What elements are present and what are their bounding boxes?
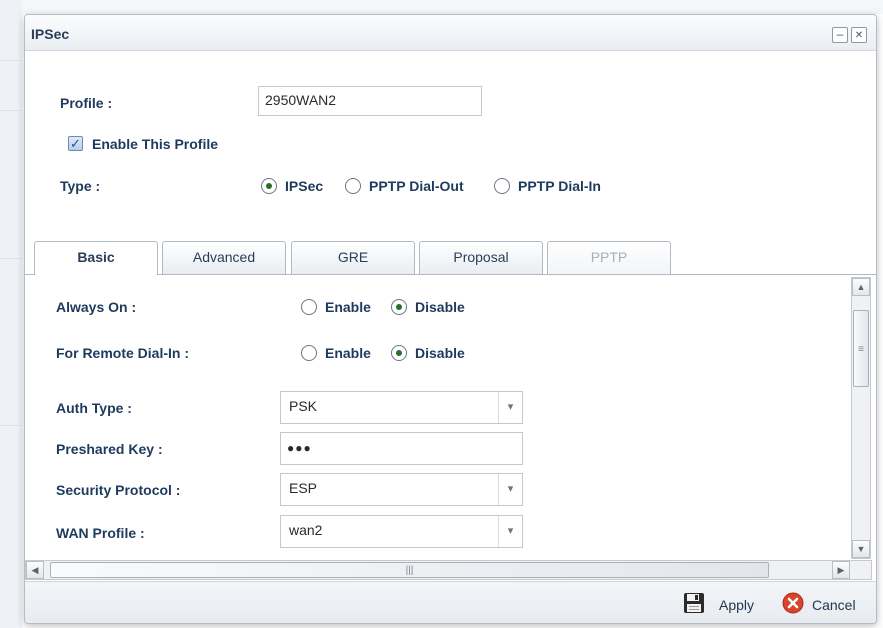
auth-type-value: PSK	[289, 398, 318, 414]
chevron-down-icon: ▾	[498, 516, 522, 547]
basic-panel: Always On : Enable Disable For Remote Di…	[25, 275, 851, 560]
preshared-key-value: ●●●	[287, 441, 312, 455]
enable-profile-checkbox[interactable]: ✓	[68, 136, 83, 151]
enable-profile-label[interactable]: Enable This Profile	[92, 136, 218, 152]
vertical-scrollbar[interactable]: ▲ ≡ ▼	[851, 277, 871, 559]
wan-profile-select[interactable]: wan2 ▾	[280, 515, 523, 548]
profile-label: Profile :	[60, 95, 113, 111]
always-on-disable-label[interactable]: Disable	[415, 299, 465, 315]
type-radio-pptp-dialin[interactable]	[494, 178, 510, 194]
tab-pptp: PPTP	[547, 241, 671, 274]
wan-profile-label: WAN Profile :	[56, 525, 145, 541]
remote-dialin-disable-label[interactable]: Disable	[415, 345, 465, 361]
profile-value: 2950WAN2	[265, 92, 337, 108]
chevron-down-icon: ▾	[498, 392, 522, 423]
save-icon	[684, 593, 704, 613]
dialog-titlebar[interactable]: IPSec – ✕	[25, 15, 876, 51]
always-on-enable-radio[interactable]	[301, 299, 317, 315]
security-protocol-label: Security Protocol :	[56, 482, 181, 498]
always-on-disable-radio[interactable]	[391, 299, 407, 315]
background-page	[0, 0, 883, 14]
scroll-up-icon[interactable]: ▲	[852, 278, 870, 296]
cancel-button[interactable]: Cancel	[782, 590, 872, 616]
security-protocol-value: ESP	[289, 480, 318, 496]
tab-gre[interactable]: GRE	[291, 241, 415, 274]
vertical-scroll-thumb[interactable]: ≡	[853, 310, 869, 387]
background-sidebar	[0, 0, 22, 628]
apply-label: Apply	[719, 597, 755, 613]
auth-type-select[interactable]: PSK ▾	[280, 391, 523, 424]
remote-dialin-label: For Remote Dial-In :	[56, 345, 190, 361]
type-option-ipsec[interactable]: IPSec	[285, 178, 323, 194]
remote-dialin-enable-label[interactable]: Enable	[325, 345, 371, 361]
remote-dialin-disable-radio[interactable]	[391, 345, 407, 361]
cancel-icon	[782, 592, 804, 614]
type-option-pptp-dialout[interactable]: PPTP Dial-Out	[369, 178, 464, 194]
ipsec-dialog: IPSec – ✕ Profile : 2950WAN2 ✓ Enable Th…	[24, 14, 877, 624]
type-radio-ipsec[interactable]	[261, 178, 277, 194]
minimize-button[interactable]: –	[832, 27, 848, 43]
remote-dialin-enable-radio[interactable]	[301, 345, 317, 361]
scroll-right-icon[interactable]: ▶	[832, 561, 850, 579]
profile-input[interactable]: 2950WAN2	[258, 86, 482, 116]
close-icon: ✕	[854, 30, 864, 41]
type-option-pptp-dialin[interactable]: PPTP Dial-In	[518, 178, 601, 194]
close-button[interactable]: ✕	[851, 27, 867, 43]
tab-basic[interactable]: Basic	[34, 241, 158, 275]
dialog-title: IPSec	[31, 26, 70, 42]
scroll-down-icon[interactable]: ▼	[852, 540, 870, 558]
scroll-left-icon[interactable]: ◀	[26, 561, 44, 579]
cancel-label: Cancel	[812, 597, 856, 613]
chevron-down-icon: ▾	[498, 474, 522, 505]
always-on-label: Always On :	[56, 299, 137, 315]
wan-profile-value: wan2	[289, 522, 323, 538]
preshared-key-input[interactable]: ●●●	[280, 432, 523, 465]
type-label: Type :	[60, 178, 101, 194]
type-radio-pptp-dialout[interactable]	[345, 178, 361, 194]
tab-advanced[interactable]: Advanced	[162, 241, 286, 274]
tab-proposal[interactable]: Proposal	[419, 241, 543, 274]
always-on-enable-label[interactable]: Enable	[325, 299, 371, 315]
security-protocol-select[interactable]: ESP ▾	[280, 473, 523, 506]
dialog-footer: Apply Cancel	[25, 581, 876, 623]
checkmark-icon: ✓	[70, 136, 81, 151]
preshared-key-label: Preshared Key :	[56, 441, 163, 457]
apply-button[interactable]: Apply	[683, 590, 771, 616]
horizontal-scroll-thumb[interactable]: |||	[50, 562, 769, 578]
auth-type-label: Auth Type :	[56, 400, 132, 416]
horizontal-scrollbar[interactable]: ◀ ||| ▶	[25, 560, 872, 580]
minimize-icon: –	[836, 27, 844, 41]
